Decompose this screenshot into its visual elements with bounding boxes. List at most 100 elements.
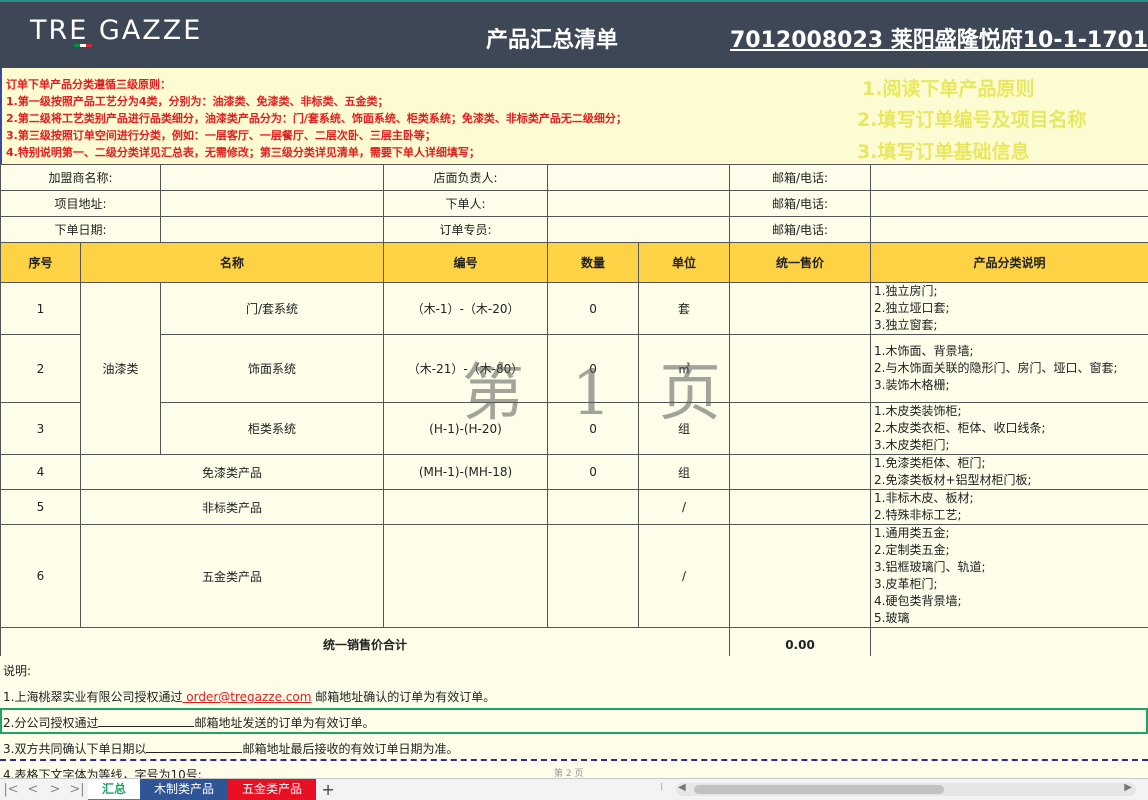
row-name: 免漆类产品 bbox=[79, 454, 385, 490]
page-title: 产品汇总清单 bbox=[486, 28, 619, 53]
row-code bbox=[383, 489, 549, 525]
step-2: 2.填写订单编号及项目名称 bbox=[857, 109, 1087, 131]
rule-line-3: 3.第三级按照订单空间进行分类，例如：一层客厅、一层餐厅、二层次卧、三层主卧等； bbox=[6, 129, 436, 142]
group-oil-cell: 油漆类 bbox=[79, 282, 162, 455]
add-sheet-button[interactable]: + bbox=[316, 780, 340, 799]
row-qty[interactable]: 0 bbox=[547, 282, 640, 335]
order-email-link[interactable]: order@tregazze.com bbox=[182, 690, 311, 704]
scroll-left-icon[interactable]: ◀ bbox=[678, 782, 686, 793]
row-desc: 1.独立房门; 2.独立垭口套; 3.独立窗套; bbox=[870, 282, 1148, 335]
horizontal-scrollbar[interactable]: ◀ ▶ bbox=[676, 782, 1136, 796]
row-name: 五金类产品 bbox=[79, 524, 385, 628]
italian-flag-icon bbox=[74, 44, 92, 47]
store-manager-label: 店面负责人: bbox=[383, 164, 549, 191]
specialist-value[interactable] bbox=[547, 216, 731, 243]
note-3-text: 3.双方共同确认下单日期以 bbox=[3, 742, 147, 756]
sheet-header: TRE GAZZE 产品汇总清单 7012008023 莱阳盛隆悦府10-1-1… bbox=[0, 0, 1148, 68]
tab-summary[interactable]: 汇总 bbox=[88, 778, 141, 800]
row-name: 门/套系统 bbox=[160, 282, 385, 335]
last-sheet-icon[interactable]: >| bbox=[66, 782, 88, 797]
order-number-cell[interactable]: 7012008023 莱阳盛隆悦府10-1-1701王 bbox=[730, 22, 1148, 54]
row-unit: 组 bbox=[638, 454, 731, 490]
dealer-label: 加盟商名称: bbox=[0, 164, 162, 191]
selected-row-highlight bbox=[0, 708, 1148, 734]
specialist-label: 订单专员: bbox=[383, 216, 549, 243]
desc-line: 2.与木饰面关联的隐形门、房门、垭口、窗套; bbox=[874, 361, 1118, 375]
desc-line: 3.木皮类柜门; bbox=[874, 438, 950, 452]
scroll-splitter-icon[interactable]: ⁞ bbox=[660, 782, 663, 793]
table-row[interactable]: 6 五金类产品 / 1.通用类五金; 2.定制类五金; 3.铝框玻璃门、轨道; … bbox=[0, 524, 1148, 628]
col-header-desc: 产品分类说明 bbox=[870, 242, 1148, 283]
desc-line: 2.特殊非标工艺; bbox=[874, 508, 962, 522]
sheet-tab-bar: |< < > >| 汇总 木制类产品 五金类产品 + ⁞ ◀ ▶ bbox=[0, 778, 1148, 800]
col-header-no: 序号 bbox=[0, 242, 81, 283]
row-price[interactable] bbox=[729, 524, 872, 628]
email-phone-value-3[interactable] bbox=[870, 216, 1148, 243]
desc-line: 3.独立窗套; bbox=[874, 318, 938, 332]
email-phone-value-1[interactable] bbox=[870, 164, 1148, 191]
row-no: 4 bbox=[0, 454, 81, 490]
desc-line: 2.免漆类板材+铝型材柜门板; bbox=[874, 473, 1032, 487]
row-price[interactable] bbox=[729, 282, 872, 335]
desc-line: 2.定制类五金; bbox=[874, 543, 950, 557]
row-qty[interactable] bbox=[547, 489, 640, 525]
scroll-right-icon[interactable]: ▶ bbox=[1124, 782, 1132, 793]
order-rules-block: 订单下单产品分类遵循三级原则： 1.第一级按照产品工艺分为4类，分别为：油漆类、… bbox=[0, 68, 1148, 164]
date-value[interactable] bbox=[160, 216, 385, 243]
rule-line-1: 1.第一级按照产品工艺分为4类，分别为：油漆类、免漆类、非标类、五金类； bbox=[6, 95, 389, 108]
page-watermark: 第 1 页 bbox=[462, 356, 735, 429]
col-header-name: 名称 bbox=[79, 242, 385, 283]
row-price[interactable] bbox=[729, 489, 872, 525]
row-desc: 1.非标木皮、板材; 2.特殊非标工艺; bbox=[870, 489, 1148, 525]
row-code bbox=[383, 524, 549, 628]
email-phone-value-2[interactable] bbox=[870, 190, 1148, 217]
desc-line: 1.非标木皮、板材; bbox=[874, 491, 974, 505]
rule-intro: 订单下单产品分类遵循三级原则： bbox=[6, 78, 171, 91]
prev-sheet-icon[interactable]: < bbox=[22, 782, 44, 797]
row-name: 非标类产品 bbox=[79, 489, 385, 525]
row-qty[interactable] bbox=[547, 524, 640, 628]
table-row[interactable]: 5 非标类产品 / 1.非标木皮、板材; 2.特殊非标工艺; bbox=[0, 489, 1148, 525]
note-1-text: 1.上海桃翠实业有限公司授权通过 bbox=[3, 690, 183, 704]
first-sheet-icon[interactable]: |< bbox=[0, 782, 22, 797]
scroll-thumb[interactable] bbox=[694, 785, 944, 794]
row-unit: / bbox=[638, 524, 731, 628]
row-price[interactable] bbox=[729, 402, 872, 455]
tab-wood-products[interactable]: 木制类产品 bbox=[140, 778, 229, 800]
desc-line: 1.木饰面、背景墙; bbox=[874, 344, 974, 358]
desc-line: 3.装饰木格栅; bbox=[874, 378, 950, 392]
row-price[interactable] bbox=[729, 334, 872, 403]
row-unit: 套 bbox=[638, 282, 731, 335]
row-name: 柜类系统 bbox=[160, 402, 385, 455]
email-phone-label-2: 邮箱/电话: bbox=[729, 190, 872, 217]
tab-hardware-products[interactable]: 五金类产品 bbox=[228, 778, 317, 800]
brand-logo: TRE GAZZE bbox=[30, 16, 202, 56]
desc-line: 1.通用类五金; bbox=[874, 526, 950, 540]
orderer-value[interactable] bbox=[547, 190, 731, 217]
row-no: 2 bbox=[0, 334, 81, 403]
step-1: 1.阅读下单产品原则 bbox=[862, 78, 1035, 100]
table-row[interactable]: 4 免漆类产品 (MH-1)-(MH-18) 0 组 1.免漆类柜体、柜门; 2… bbox=[0, 454, 1148, 490]
row-price[interactable] bbox=[729, 454, 872, 490]
orderer-label: 下单人: bbox=[383, 190, 549, 217]
rule-line-2: 2.第二级将工艺类别产品进行品类细分，油漆类产品分为：门/套系统、饰面系统、柜类… bbox=[6, 112, 627, 125]
row-desc: 1.木皮类装饰柜; 2.木皮类衣柜、柜体、收口线条; 3.木皮类柜门; bbox=[870, 402, 1148, 455]
date-label: 下单日期: bbox=[0, 216, 162, 243]
row-desc: 1.木饰面、背景墙; 2.与木饰面关联的隐形门、房门、垭口、窗套; 3.装饰木格… bbox=[870, 334, 1148, 403]
row-no: 1 bbox=[0, 282, 81, 335]
col-header-price: 统一售价 bbox=[729, 242, 872, 283]
dealer-value[interactable] bbox=[160, 164, 385, 191]
email-phone-label-3: 邮箱/电话: bbox=[729, 216, 872, 243]
address-value[interactable] bbox=[160, 190, 385, 217]
note-1-post: 邮箱地址确认的订单为有效订单。 bbox=[311, 690, 496, 704]
row-no: 3 bbox=[0, 402, 81, 455]
email-blank[interactable] bbox=[146, 742, 243, 753]
table-row[interactable]: 1 油漆类 门/套系统 （木-1）-（木-20） 0 套 1.独立房门; 2.独… bbox=[0, 282, 1148, 455]
store-manager-value[interactable] bbox=[547, 164, 731, 191]
note-3-post: 邮箱地址最后接收的有效订单日期为准。 bbox=[242, 742, 459, 756]
next-sheet-icon[interactable]: > bbox=[44, 782, 66, 797]
row-desc: 1.免漆类柜体、柜门; 2.免漆类板材+铝型材柜门板; bbox=[870, 454, 1148, 490]
row-qty[interactable]: 0 bbox=[547, 454, 640, 490]
desc-line: 2.独立垭口套; bbox=[874, 301, 950, 315]
step-3: 3.填写订单基础信息 bbox=[857, 141, 1030, 163]
